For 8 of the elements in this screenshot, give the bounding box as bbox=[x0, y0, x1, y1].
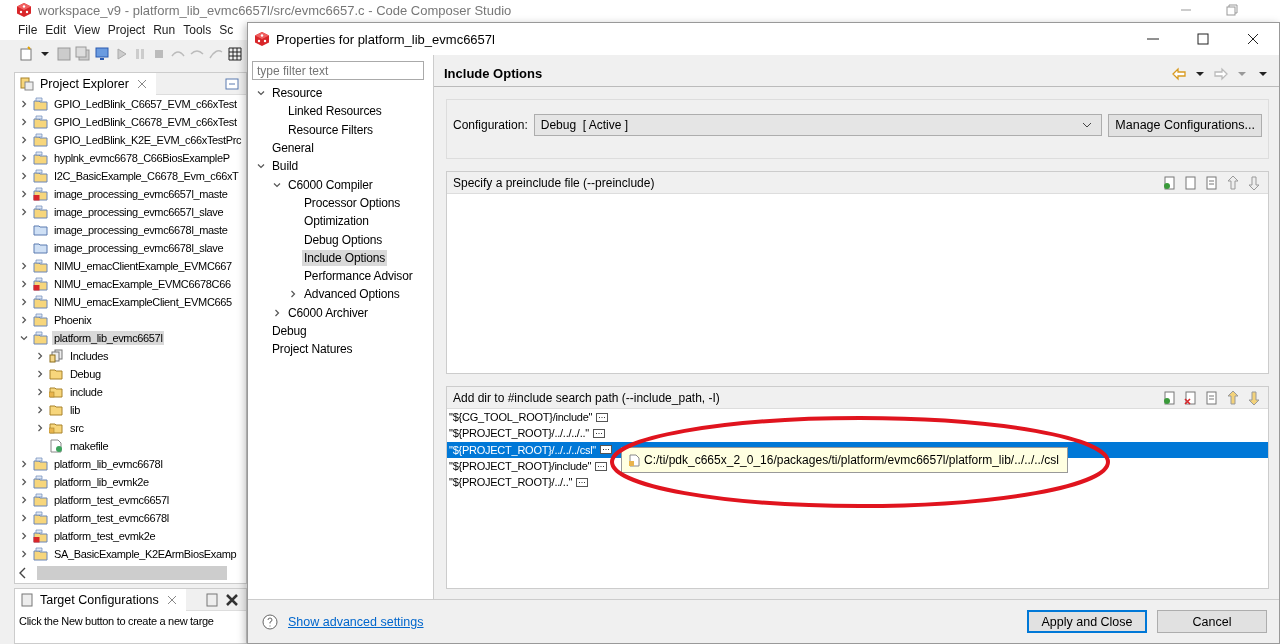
configuration-label: Configuration: bbox=[453, 118, 528, 132]
list-title: Add dir to #include search path (--include_path, -I) bbox=[453, 390, 720, 405]
window-title: workspace_v9 - platform_lib_evmc6657l/src/evmc6657.c - Code Composer Studio bbox=[38, 2, 512, 18]
path-tooltip: C:/ti/pdk_c665x_2_0_16/packages/ti/platform/evmc6657l/platform_lib/../../../csl bbox=[621, 447, 1068, 473]
dialog-title: Properties for platform_lib_evmc6657l bbox=[276, 31, 495, 47]
list-title: Specify a preinclude file (--preinclude) bbox=[453, 175, 655, 190]
page-title: Include Options bbox=[444, 66, 543, 81]
target-configurations-message: Click the New button to create a new targe bbox=[18, 614, 215, 629]
